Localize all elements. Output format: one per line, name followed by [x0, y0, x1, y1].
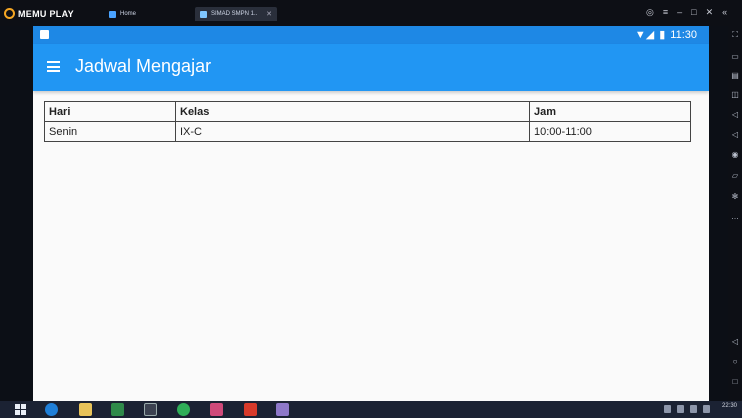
- emulator-brand: MEMU PLAY: [18, 8, 74, 19]
- table-header-row: Hari Kelas Jam: [44, 101, 691, 122]
- page-title: Jadwal Mengajar: [75, 56, 212, 76]
- collapse-sidebar-icon[interactable]: «: [722, 7, 727, 18]
- edge-browser-icon[interactable]: [45, 403, 58, 416]
- schedule-table: Hari Kelas Jam Senin IX-C 10:00-11:00: [44, 101, 691, 142]
- tab-app[interactable]: SIMAD SMPN 1.. ✕: [195, 7, 277, 21]
- back-icon[interactable]: ◁: [730, 337, 740, 347]
- tab-app-label: SIMAD SMPN 1..: [211, 11, 258, 17]
- battery-tray-icon[interactable]: [703, 405, 710, 413]
- menu-icon[interactable]: ≡: [663, 7, 668, 18]
- cell-hari: Senin: [44, 121, 176, 142]
- notification-icon: [40, 30, 49, 39]
- gear-icon[interactable]: ✻: [730, 192, 740, 202]
- volume-tray-icon[interactable]: [690, 405, 697, 413]
- window-controls: ◎ ≡ – □ ✕ «: [646, 7, 727, 18]
- emulator-title-bar: MEMU PLAY Home SIMAD SMPN 1.. ✕ ◎ ≡ – □ …: [0, 0, 742, 26]
- status-time: 11:30: [670, 28, 697, 41]
- memu-logo-icon: [4, 8, 15, 19]
- android-screen: ▼◢ ▮ 11:30 Jadwal Mengajar Hari Kelas Ja…: [33, 26, 709, 401]
- volume-up-icon[interactable]: ◁: [730, 110, 740, 120]
- battery-icon: ▮: [659, 29, 666, 41]
- tab-close-icon[interactable]: ✕: [266, 10, 272, 18]
- column-header-kelas: Kelas: [175, 101, 530, 122]
- taskbar-app-icon-2[interactable]: [244, 403, 257, 416]
- close-icon[interactable]: ✕: [706, 7, 714, 18]
- app-tab-icon: [200, 10, 207, 18]
- app-bar: Jadwal Mengajar: [33, 44, 709, 91]
- minimize-icon[interactable]: –: [677, 7, 682, 18]
- cell-jam: 10:00-11:00: [529, 121, 691, 142]
- memu-taskbar-icon[interactable]: [276, 403, 289, 416]
- column-header-jam: Jam: [529, 101, 691, 122]
- status-bar: ▼◢ ▮ 11:30: [33, 26, 709, 44]
- store-icon[interactable]: [111, 403, 124, 416]
- settings-icon[interactable]: ◎: [646, 7, 654, 18]
- cell-kelas: IX-C: [175, 121, 530, 142]
- tab-home-label: Home: [120, 11, 137, 17]
- file-explorer-icon[interactable]: [79, 403, 92, 416]
- windows-taskbar: 22:30: [0, 401, 742, 418]
- apk-icon[interactable]: ▤: [730, 71, 740, 81]
- more-icon[interactable]: …: [730, 212, 740, 222]
- windows-start-icon[interactable]: [15, 404, 26, 415]
- memu-logo: MEMU PLAY: [4, 7, 74, 20]
- terminal-icon[interactable]: [144, 403, 157, 416]
- taskbar-app-icon[interactable]: [210, 403, 223, 416]
- restore-icon[interactable]: □: [691, 7, 696, 18]
- taskbar-clock[interactable]: 22:30: [722, 403, 737, 410]
- location-icon[interactable]: ◉: [730, 150, 740, 160]
- volume-down-icon[interactable]: ◁: [730, 130, 740, 140]
- fullscreen-icon[interactable]: ⛶: [730, 30, 740, 40]
- hamburger-menu-icon[interactable]: [47, 61, 60, 72]
- screenshot-icon[interactable]: ◫: [730, 90, 740, 100]
- keyboard-tray-icon[interactable]: [664, 405, 671, 413]
- home-tab-icon: [109, 10, 116, 18]
- recents-icon[interactable]: □: [730, 377, 740, 387]
- emulator-sidebar: ⛶ ▭ ▤ ◫ ◁ ◁ ◉ ▱ ✻ … ◁ ○ □: [728, 26, 742, 401]
- status-indicators: ▼◢ ▮ 11:30: [634, 28, 697, 42]
- column-header-hari: Hari: [44, 101, 176, 122]
- table-row[interactable]: Senin IX-C 10:00-11:00: [44, 121, 691, 142]
- network-tray-icon[interactable]: [677, 405, 684, 413]
- chrome-icon[interactable]: [177, 403, 190, 416]
- system-tray: [664, 405, 710, 413]
- tab-home[interactable]: Home: [104, 7, 176, 21]
- folder-icon[interactable]: ▱: [730, 171, 740, 181]
- wifi-signal-icon: ▼◢: [634, 29, 655, 41]
- home-icon[interactable]: ○: [730, 357, 740, 367]
- keyboard-icon[interactable]: ▭: [730, 52, 740, 62]
